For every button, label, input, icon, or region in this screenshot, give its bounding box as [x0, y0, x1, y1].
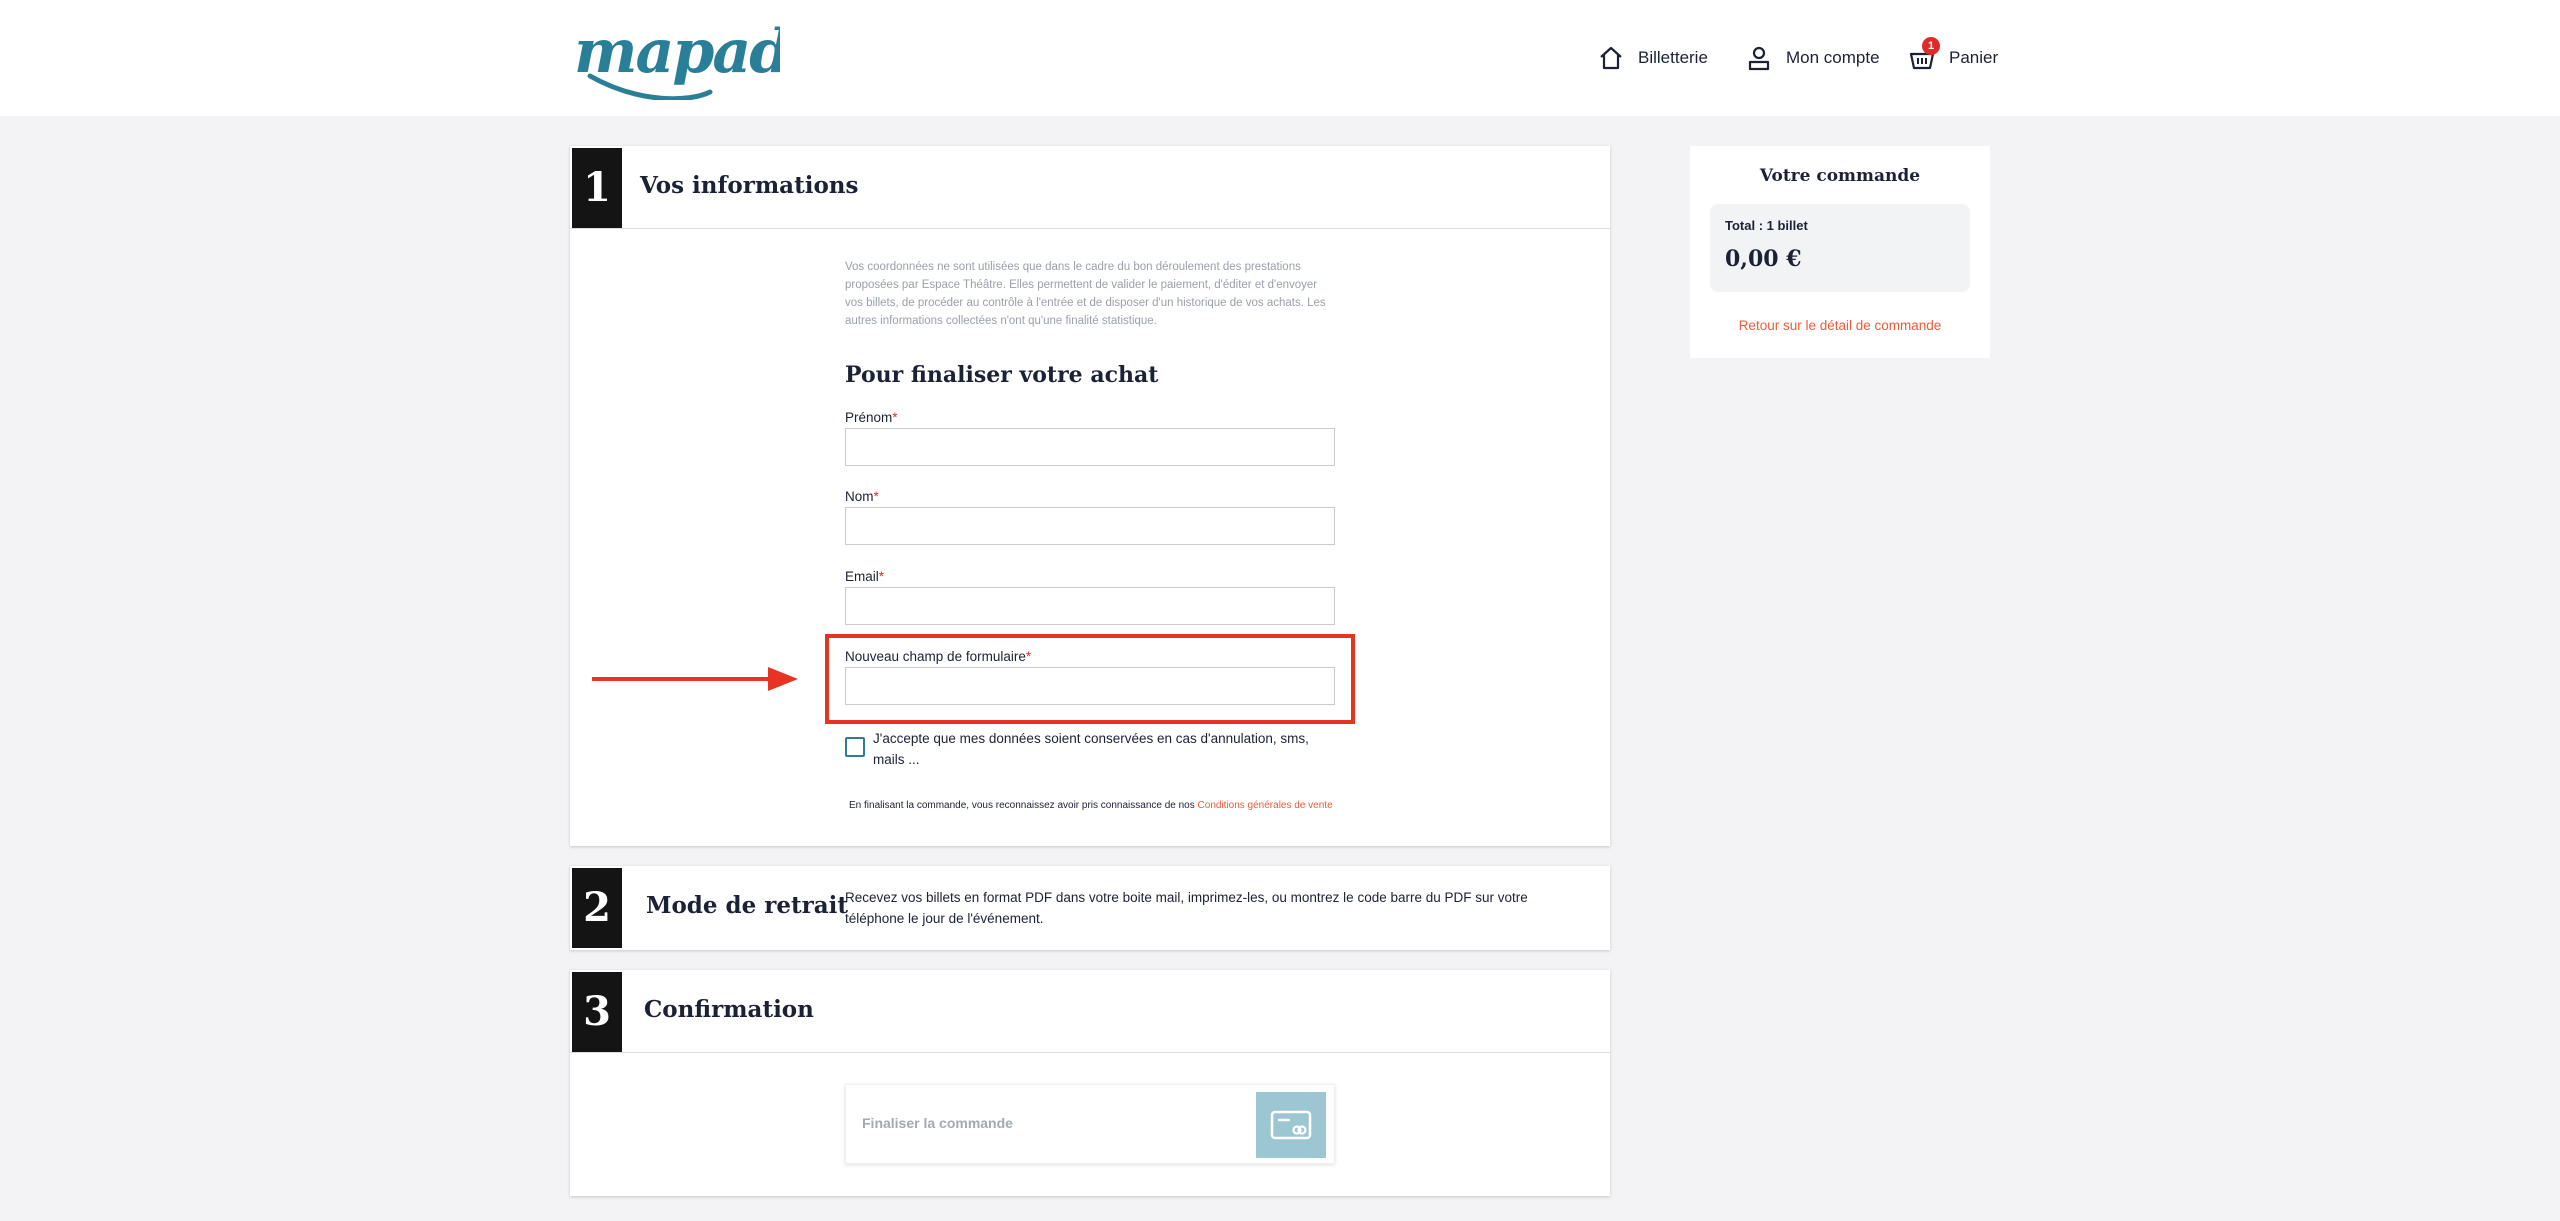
- delivery-description: Recevez vos billets en format PDF dans v…: [845, 890, 1528, 926]
- cart-count-badge: 1: [1922, 37, 1940, 55]
- annotation-highlight-box: [825, 634, 1355, 724]
- divider: [570, 228, 1610, 229]
- nav-cart-label: Panier: [1949, 48, 1999, 67]
- legal-notice: En finalisant la commande, vous reconnai…: [849, 800, 1333, 811]
- step-title: Confirmation: [644, 996, 814, 1023]
- terms-link[interactable]: Conditions générales de vente: [1198, 800, 1333, 811]
- step-number: 1: [572, 148, 622, 228]
- logo-text: mapado: [574, 17, 780, 87]
- annotation-arrow-icon: [592, 667, 798, 691]
- lastname-label: Nom*: [845, 489, 879, 504]
- nav-billetterie[interactable]: Billetterie: [1598, 40, 1708, 76]
- nav-billetterie-label: Billetterie: [1638, 48, 1708, 67]
- form-heading: Pour finaliser votre achat: [845, 362, 1159, 388]
- email-label: Email*: [845, 569, 885, 584]
- summary-total-box: Total : 1 billet 0,00 €: [1710, 204, 1970, 292]
- nav-account-label: Mon compte: [1786, 48, 1880, 67]
- summary-price: 0,00 €: [1725, 246, 1802, 272]
- nav-cart[interactable]: 1 Panier: [1909, 37, 1999, 76]
- back-to-order-link[interactable]: Retour sur le détail de commande: [1690, 318, 1990, 333]
- divider: [570, 1052, 1610, 1053]
- firstname-label: Prénom*: [845, 410, 898, 425]
- firstname-input[interactable]: [845, 428, 1335, 466]
- email-input[interactable]: [845, 587, 1335, 625]
- step-title: Vos informations: [640, 172, 859, 199]
- nav-account[interactable]: Mon compte: [1746, 40, 1880, 76]
- lastname-input[interactable]: [845, 507, 1335, 545]
- step-number: 3: [572, 972, 622, 1052]
- credit-card-icon: [1270, 1110, 1312, 1140]
- mapado-logo[interactable]: mapado: [570, 14, 780, 100]
- consent-label: J'accepte que mes données soient conserv…: [873, 731, 1309, 767]
- step-number: 2: [572, 868, 622, 948]
- legal-text: En finalisant la commande, vous reconnai…: [849, 800, 1195, 811]
- step-title: Mode de retrait: [646, 892, 849, 919]
- summary-total-label: Total : 1 billet: [1725, 218, 1808, 233]
- home-icon: [1600, 46, 1622, 70]
- finalize-order-button[interactable]: Finaliser la commande: [845, 1084, 1335, 1164]
- finalize-order-label: Finaliser la commande: [862, 1115, 1013, 1131]
- payment-card-area: [1256, 1092, 1326, 1158]
- summary-title: Votre commande: [1759, 166, 1921, 186]
- top-header: mapado Billetterie Mon compte 1 Panier: [0, 0, 2560, 116]
- order-summary: Votre commande Total : 1 billet 0,00 € R…: [1690, 146, 1990, 358]
- consent-checkbox[interactable]: [845, 737, 865, 757]
- user-icon: [1748, 46, 1770, 71]
- privacy-intro: Vos coordonnées ne sont utilisées que da…: [845, 261, 1326, 327]
